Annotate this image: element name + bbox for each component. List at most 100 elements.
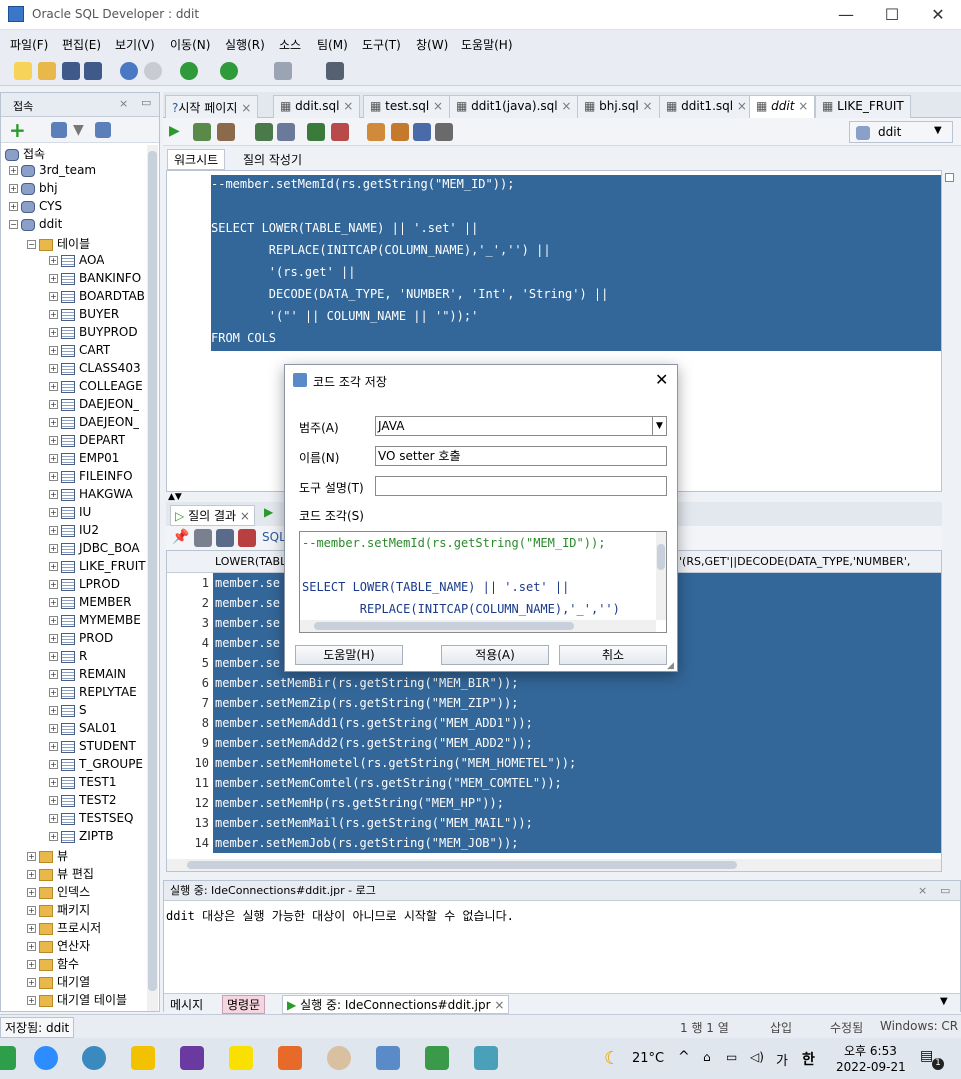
expand-icon[interactable]: + <box>49 328 58 337</box>
collapse-icon[interactable]: − <box>27 240 36 249</box>
cancel-button[interactable]: 취소 <box>559 645 667 665</box>
tree-table-item[interactable]: + COLLEAGE <box>49 379 143 397</box>
row-value[interactable]: member.setMemJob(rs.getString("MEM_JOB")… <box>213 833 941 853</box>
expand-icon[interactable]: + <box>27 852 36 861</box>
menu-run[interactable]: 실행(R) <box>225 36 265 53</box>
case-toggle-icon[interactable] <box>435 123 453 141</box>
network-icon[interactable]: ⌂ <box>703 1050 711 1064</box>
tree-table-item[interactable]: + EMP01 <box>49 451 119 469</box>
snippet-vertical-scrollbar[interactable] <box>656 532 666 620</box>
tree-table-item[interactable]: + R <box>49 649 87 667</box>
row-value[interactable]: member.setMemHometel(rs.getString("MEM_H… <box>213 753 941 773</box>
row-value[interactable]: member.setMemHp(rs.getString("MEM_HP")); <box>213 793 941 813</box>
expand-icon[interactable]: + <box>27 978 36 987</box>
menu-source[interactable]: 소스 <box>279 36 301 53</box>
table-row[interactable]: 10 member.setMemHometel(rs.getString("MEM… <box>167 753 941 773</box>
chevron-down-icon[interactable]: ▼ <box>940 996 948 1007</box>
tree-folder[interactable]: + 프로시저 <box>27 919 101 937</box>
expand-icon[interactable]: + <box>27 906 36 915</box>
tree-table-item[interactable]: + BANKINFO <box>49 271 141 289</box>
row-value[interactable]: member.setMemAdd1(rs.getString("MEM_ADD1… <box>213 713 941 733</box>
expand-icon[interactable]: + <box>49 724 58 733</box>
expand-icon[interactable]: + <box>49 814 58 823</box>
expand-icon[interactable]: + <box>49 706 58 715</box>
tab-statements[interactable]: 명령문 <box>222 995 266 1014</box>
zoom-icon[interactable] <box>34 1046 58 1070</box>
help-button[interactable]: 도움말(H) <box>295 645 403 665</box>
expand-icon[interactable]: + <box>27 996 36 1005</box>
game-icon[interactable] <box>180 1046 204 1070</box>
close-button[interactable]: ✕ <box>915 0 961 30</box>
expand-icon[interactable]: + <box>49 454 58 463</box>
tree-folder[interactable]: + 함수 <box>27 955 79 973</box>
tree-connection[interactable]: +3rd_team <box>9 163 96 181</box>
editor-tab[interactable]: ▦ ddit.sql × <box>273 95 361 118</box>
expand-icon[interactable]: + <box>49 598 58 607</box>
tree-connection[interactable]: + bhj <box>9 181 58 199</box>
forward-icon[interactable] <box>220 62 238 80</box>
table-row[interactable]: 6 member.setMemBir(rs.getString("MEM_BIR"… <box>167 673 941 693</box>
tree-table-item[interactable]: + BOARDTAB <box>49 289 145 307</box>
chevron-up-icon[interactable]: ^ <box>678 1049 690 1065</box>
tree-folder[interactable]: + 대기열 테이블 <box>27 991 127 1009</box>
close-icon[interactable]: × <box>240 509 250 523</box>
row-value[interactable]: member.setMemZip(rs.getString("MEM_ZIP")… <box>213 693 941 713</box>
menu-view[interactable]: 보기(V) <box>115 36 155 53</box>
expand-icon[interactable]: + <box>49 274 58 283</box>
editor-tab[interactable]: ?시작 페이지 × <box>165 95 259 118</box>
monitor-icon[interactable]: ▭ <box>726 1050 737 1064</box>
close-icon[interactable]: × <box>237 101 251 115</box>
tree-table-item[interactable]: + FILEINFO <box>49 469 133 487</box>
filter-icon[interactable]: ▼ <box>73 122 84 138</box>
close-icon[interactable]: × <box>339 99 353 113</box>
expand-icon[interactable]: + <box>49 616 58 625</box>
editor-tab[interactable]: ▦ bhj.sql × <box>577 95 660 118</box>
kakaotalk-icon[interactable] <box>229 1046 253 1070</box>
clear-icon[interactable] <box>391 123 409 141</box>
explain-plan-icon[interactable] <box>255 123 273 141</box>
save-all-icon[interactable] <box>84 62 102 80</box>
sql-worksheet-icon[interactable] <box>274 62 292 80</box>
menu-file[interactable]: 파일(F) <box>10 36 48 53</box>
tree-folder[interactable]: + 대기열 <box>27 973 90 991</box>
binoculars-icon[interactable] <box>326 62 344 80</box>
collapse-icon[interactable]: − <box>9 220 18 229</box>
expand-icon[interactable]: + <box>27 960 36 969</box>
expand-icon[interactable]: + <box>49 490 58 499</box>
expand-icon[interactable]: + <box>49 670 58 679</box>
add-connection-icon[interactable]: + <box>9 118 26 142</box>
expand-icon[interactable]: + <box>49 634 58 643</box>
expand-icon[interactable]: + <box>49 418 58 427</box>
expand-icon[interactable]: + <box>49 292 58 301</box>
close-icon[interactable]: × <box>918 881 927 900</box>
minimize-panel-icon[interactable]: ▭ <box>940 881 950 900</box>
code-snippet-field[interactable]: --member.setMemId(rs.getString("MEM_ID")… <box>299 531 667 633</box>
refresh-results-icon[interactable] <box>216 529 234 547</box>
editor-tab[interactable]: ▦ ddit1.sql × <box>659 95 754 118</box>
tree-folder[interactable]: + 패키지 <box>27 901 90 919</box>
run-statement-icon[interactable]: ▶ <box>169 123 180 139</box>
chart-app-icon[interactable] <box>425 1046 449 1070</box>
back-icon[interactable] <box>180 62 198 80</box>
save-icon[interactable] <box>62 62 80 80</box>
tree-table-item[interactable]: + DEPART <box>49 433 125 451</box>
editor-tab[interactable]: ▦ LIKE_FRUIT <box>815 95 911 118</box>
tree-table-item[interactable]: + MEMBER <box>49 595 131 613</box>
dialog-close-icon[interactable]: ✕ <box>655 370 668 389</box>
new-icon[interactable] <box>14 62 32 80</box>
tree-table-item[interactable]: + DAEJEON_ <box>49 415 139 433</box>
expand-icon[interactable]: + <box>49 364 58 373</box>
connection-select[interactable]: ddit ▼ <box>849 121 953 143</box>
taskbar-app-icon[interactable] <box>0 1046 16 1070</box>
tree-table-item[interactable]: + CART <box>49 343 110 361</box>
tree-vertical-scrollbar[interactable] <box>147 145 158 1011</box>
table-row[interactable]: 12 member.setMemHp(rs.getString("MEM_HP")… <box>167 793 941 813</box>
tree-folder[interactable]: + 뷰 <box>27 847 68 865</box>
row-value[interactable]: member.setMemAdd2(rs.getString("MEM_ADD2… <box>213 733 941 753</box>
expand-icon[interactable]: + <box>49 472 58 481</box>
resize-grip-icon[interactable]: ◢ <box>667 661 674 671</box>
tree-table-item[interactable]: + LPROD <box>49 577 120 595</box>
tree-table-item[interactable]: + TEST1 <box>49 775 117 793</box>
tree-table-item[interactable]: + TESTSEQ <box>49 811 134 829</box>
notebook-icon[interactable] <box>474 1046 498 1070</box>
